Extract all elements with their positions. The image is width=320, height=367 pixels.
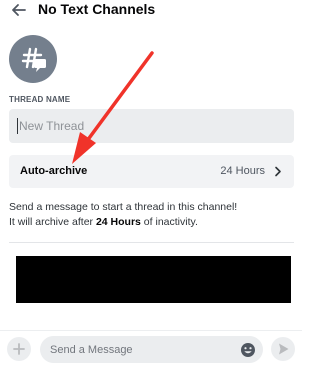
text-caret (17, 118, 18, 134)
message-input[interactable] (50, 341, 230, 359)
header: No Text Channels (0, 0, 302, 24)
send-icon (279, 343, 289, 355)
auto-archive-setting[interactable]: Auto-archive 24 Hours (9, 155, 294, 188)
auto-archive-label: Auto-archive (20, 165, 88, 177)
thread-name-label: THREAD NAME (9, 95, 71, 104)
auto-archive-value: 24 Hours (220, 165, 265, 177)
arrow-left-icon[interactable] (10, 1, 28, 19)
redacted-content (16, 256, 291, 303)
info-line-1: Send a message to start a thread in this… (9, 201, 238, 213)
emoji-icon[interactable] (240, 342, 256, 358)
thread-hashtag-icon (21, 47, 46, 72)
info-line-2-suffix: of inactivity. (140, 216, 198, 228)
thread-name-input[interactable] (9, 109, 294, 143)
divider (9, 242, 294, 243)
plus-icon (13, 343, 25, 355)
add-attachment-button[interactable] (7, 337, 31, 361)
thread-avatar (9, 35, 57, 83)
info-duration: 24 Hours (95, 216, 141, 228)
thread-info-text: Send a message to start a thread in this… (9, 200, 297, 230)
chevron-right-icon (275, 166, 281, 177)
info-line-2: It will archive after 24 Hours of inacti… (9, 215, 297, 230)
page-title: No Text Channels (38, 1, 156, 17)
send-button[interactable] (271, 337, 295, 361)
info-line-2-prefix: It will archive after (9, 216, 96, 228)
